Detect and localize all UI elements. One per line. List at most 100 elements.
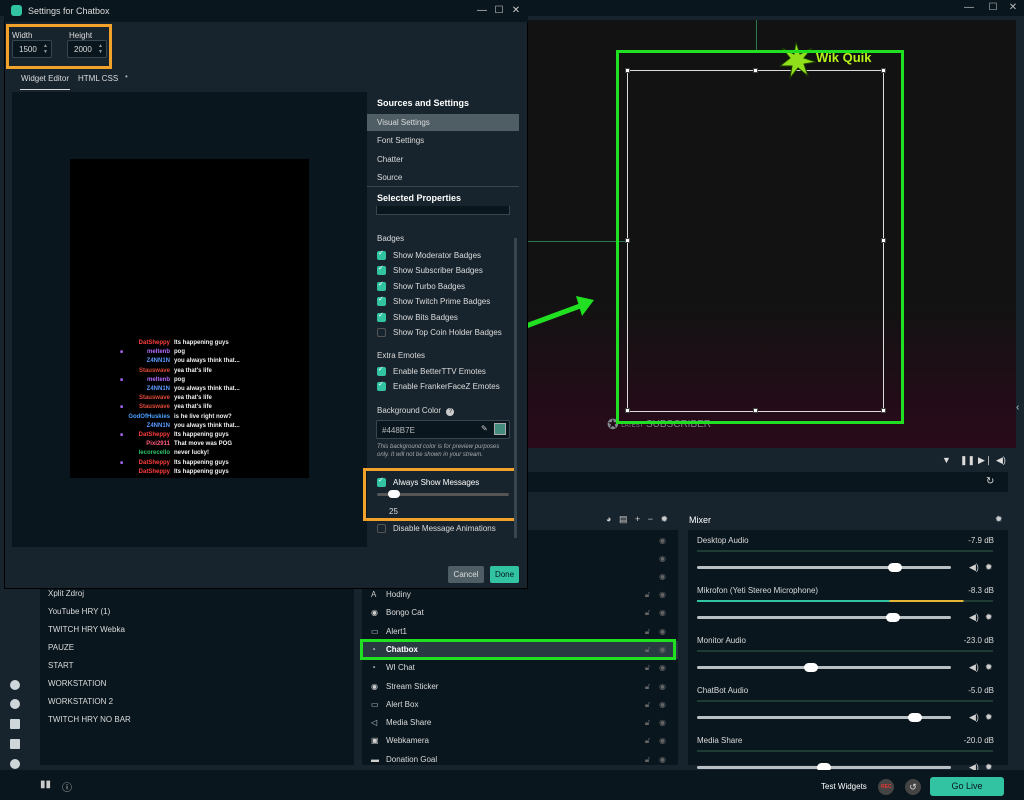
help-icon[interactable]: ? <box>446 408 455 416</box>
speaker-icon[interactable]: ◀) <box>969 612 979 623</box>
maximize-icon[interactable]: ☐ <box>986 2 1000 14</box>
remove-icon[interactable]: − <box>648 514 653 524</box>
eye-icon[interactable]: ◉ <box>659 736 666 745</box>
lock-icon[interactable]: 🔓︎ <box>645 608 650 618</box>
stats-icon[interactable]: ▮▮ <box>40 779 51 790</box>
filter-icon[interactable]: ▼ <box>942 455 951 465</box>
eye-icon[interactable]: ◉ <box>659 554 666 563</box>
info-icon[interactable]: ⓘ <box>62 779 72 794</box>
dialog-close-icon[interactable]: ✕ <box>509 5 523 16</box>
speaker-icon[interactable]: ◀) <box>969 562 979 573</box>
menu-visual-settings[interactable]: Visual Settings <box>377 118 430 127</box>
channel-gear-icon[interactable]: ✹ <box>985 662 993 673</box>
volume-icon[interactable]: ◀) <box>996 455 1006 466</box>
speaker-icon[interactable]: ◀) <box>969 712 979 723</box>
volume-slider-handle[interactable] <box>908 713 923 722</box>
channel-gear-icon[interactable]: ✹ <box>985 562 993 573</box>
lock-icon[interactable]: 🔓︎ <box>645 736 650 746</box>
mixer-gear-icon[interactable]: ✹ <box>995 514 1003 525</box>
source-item[interactable]: ▭ Alert1 🔓︎ ◉ <box>362 623 678 641</box>
eye-icon[interactable]: ◉ <box>659 718 666 727</box>
scene-item[interactable]: PAUZE <box>48 643 74 652</box>
channel-gear-icon[interactable]: ✹ <box>985 612 993 623</box>
settings-scrollbar[interactable] <box>514 238 517 538</box>
scene-item[interactable]: YouTube HRY (1) <box>48 607 110 616</box>
scene-item[interactable]: WORKSTATION 2 <box>48 697 113 706</box>
scene-item[interactable]: Xplit Zdroj <box>48 589 84 598</box>
source-item[interactable]: ▭ Alert Box 🔓︎ ◉ <box>362 696 678 714</box>
scene-item[interactable]: START <box>48 661 73 670</box>
minimize-icon[interactable]: — <box>962 2 976 14</box>
eye-icon[interactable]: ◉ <box>659 627 666 636</box>
volume-slider-handle[interactable] <box>804 663 819 672</box>
lock-icon[interactable]: 🔓︎ <box>645 682 650 692</box>
menu-source[interactable]: Source <box>377 173 402 182</box>
checkbox[interactable]: ✓ <box>377 296 386 307</box>
folder-icon[interactable]: ▤ <box>619 514 628 524</box>
add-icon[interactable]: + <box>635 514 640 524</box>
volume-slider[interactable] <box>697 666 951 669</box>
volume-slider-handle[interactable] <box>888 563 903 572</box>
eye-icon[interactable]: ◉ <box>659 755 666 764</box>
eye-icon[interactable]: ◉ <box>659 590 666 599</box>
pause-icon[interactable]: ❚❚ <box>960 455 975 466</box>
menu-font-settings[interactable]: Font Settings <box>377 136 424 145</box>
tab-widget-editor[interactable]: Widget Editor <box>21 74 69 83</box>
source-item[interactable]: ◉ Stream Sticker 🔓︎ ◉ <box>362 678 678 696</box>
dashboard-icon[interactable] <box>10 680 20 690</box>
lock-icon[interactable]: 🔓︎ <box>645 755 650 765</box>
eye-icon[interactable]: ◉ <box>659 608 666 617</box>
help-icon[interactable] <box>10 759 20 769</box>
checkbox[interactable]: ✓ <box>377 381 386 392</box>
source-item[interactable]: ◔ WI Chat 🔓︎ ◉ <box>362 659 678 677</box>
checkbox[interactable]: ✓ <box>377 312 386 322</box>
test-widgets-button[interactable]: Test Widgets <box>821 782 867 791</box>
source-item[interactable]: ▬ Donation Goal 🔓︎ ◉ <box>362 751 678 769</box>
dialog-minimize-icon[interactable]: — <box>475 5 489 16</box>
chat-icon[interactable] <box>10 699 20 709</box>
theme-dropdown[interactable] <box>376 206 510 215</box>
checkbox[interactable]: ✓ <box>377 265 386 276</box>
dialog-maximize-icon[interactable]: ☐ <box>492 5 506 16</box>
volume-slider-handle[interactable] <box>885 613 900 622</box>
collapse-icon[interactable]: ‹ <box>1016 402 1019 413</box>
source-item[interactable]: ▣ Webkamera 🔓︎ ◉ <box>362 732 678 750</box>
seek-bar[interactable]: ↻ <box>528 472 1008 492</box>
paint-icon[interactable]: ◕ <box>606 514 611 524</box>
lock-icon[interactable]: 🔓︎ <box>645 590 650 600</box>
cancel-button[interactable]: Cancel <box>448 566 484 583</box>
checkbox[interactable]: ✓ <box>377 250 386 260</box>
lock-icon[interactable]: 🔓︎ <box>645 627 650 637</box>
eye-icon[interactable]: ◉ <box>659 536 666 545</box>
source-item[interactable]: ◉ Bongo Cat 🔓︎ ◉ <box>362 604 678 622</box>
channel-gear-icon[interactable]: ✹ <box>985 712 993 723</box>
lock-icon[interactable]: 🔓︎ <box>645 663 650 673</box>
volume-slider[interactable] <box>697 616 951 619</box>
eyedropper-icon[interactable]: ✎ <box>481 424 488 433</box>
volume-slider[interactable] <box>697 566 951 569</box>
eye-icon[interactable]: ◉ <box>659 682 666 691</box>
scene-item[interactable]: WORKSTATION <box>48 679 106 688</box>
disable-animations-checkbox[interactable] <box>377 524 386 533</box>
refresh-icon[interactable]: ↻ <box>986 476 994 487</box>
scene-item[interactable]: TWITCH HRY NO BAR <box>48 715 131 724</box>
lock-icon[interactable]: 🔓︎ <box>645 718 650 728</box>
speaker-icon[interactable]: ◀) <box>969 662 979 673</box>
eye-icon[interactable]: ◉ <box>659 700 666 709</box>
menu-chatter[interactable]: Chatter <box>377 155 403 164</box>
replay-buffer-icon[interactable]: ↺ <box>905 779 921 795</box>
color-swatch[interactable] <box>494 423 506 435</box>
eye-icon[interactable]: ◉ <box>659 663 666 672</box>
checkbox[interactable]: ✓ <box>377 281 386 291</box>
close-icon[interactable]: ✕ <box>1006 2 1020 14</box>
go-live-button[interactable]: Go Live <box>930 777 1004 796</box>
scene-item[interactable]: TWITCH HRY Webka <box>48 625 125 634</box>
checkbox[interactable] <box>377 328 386 337</box>
source-item[interactable]: ◁ Media Share 🔓︎ ◉ <box>362 714 678 732</box>
columns-icon[interactable] <box>10 739 20 749</box>
checkbox[interactable]: ✓ <box>377 366 386 376</box>
done-button[interactable]: Done <box>490 566 519 583</box>
gear-icon[interactable]: ✹ <box>661 514 669 524</box>
next-icon[interactable]: ▶❘ <box>978 455 992 466</box>
eye-icon[interactable]: ◉ <box>659 572 666 581</box>
